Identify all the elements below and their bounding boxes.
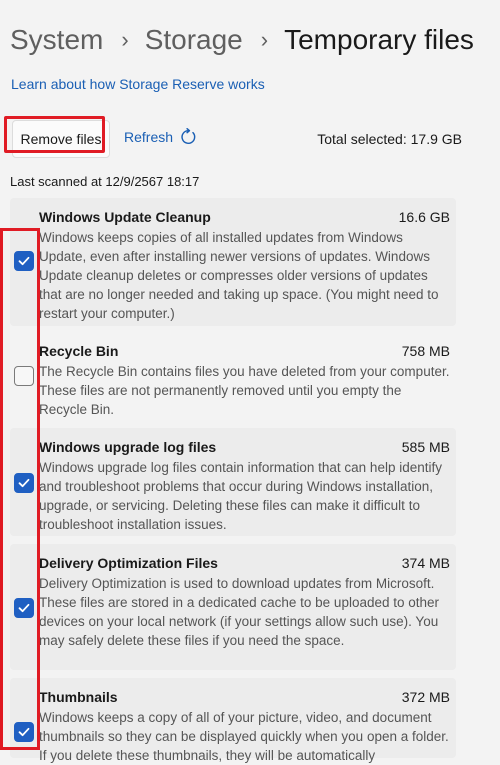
chevron-right-icon: › bbox=[121, 27, 129, 52]
item-description: Windows upgrade log files contain inform… bbox=[39, 460, 442, 532]
checkbox[interactable] bbox=[14, 251, 34, 271]
item-title: Windows upgrade log files bbox=[39, 439, 217, 455]
item-title: Delivery Optimization Files bbox=[39, 555, 218, 571]
breadcrumb-system[interactable]: System bbox=[10, 20, 103, 60]
checkbox[interactable] bbox=[14, 722, 34, 742]
checkbox[interactable] bbox=[14, 473, 34, 493]
breadcrumb: System › Storage › Temporary files bbox=[10, 20, 474, 60]
item-size: 372 MB bbox=[401, 689, 450, 705]
list-item: Recycle Bin 758 MB The Recycle Bin conta… bbox=[10, 332, 456, 422]
list-item: Windows upgrade log files 585 MB Windows… bbox=[10, 428, 456, 536]
item-description: The Recycle Bin contains files you have … bbox=[39, 364, 450, 417]
item-size: 374 MB bbox=[401, 555, 450, 571]
item-description: Delivery Optimization is used to downloa… bbox=[39, 576, 440, 648]
checkmark-icon bbox=[18, 603, 30, 613]
checkbox[interactable] bbox=[14, 366, 34, 386]
list-item: Windows Update Cleanup 16.6 GB Windows k… bbox=[10, 198, 456, 326]
storage-reserve-link[interactable]: Learn about how Storage Reserve works bbox=[11, 76, 265, 92]
list-item: Delivery Optimization Files 374 MB Deliv… bbox=[10, 544, 456, 670]
total-selected: Total selected: 17.9 GB bbox=[317, 131, 462, 147]
refresh-icon bbox=[181, 128, 196, 144]
checkmark-icon bbox=[18, 727, 30, 737]
item-title: Recycle Bin bbox=[39, 343, 119, 359]
refresh-button[interactable]: Refresh bbox=[124, 128, 197, 146]
item-description: Windows keeps a copy of all of your pict… bbox=[39, 710, 449, 763]
item-title: Windows Update Cleanup bbox=[39, 209, 211, 225]
refresh-label: Refresh bbox=[124, 129, 174, 145]
item-size: 585 MB bbox=[401, 439, 450, 455]
breadcrumb-storage[interactable]: Storage bbox=[145, 20, 243, 60]
checkmark-icon bbox=[18, 478, 30, 488]
last-scanned-text: Last scanned at 12/9/2567 18:17 bbox=[10, 174, 200, 189]
item-description: Windows keeps copies of all installed up… bbox=[39, 230, 439, 321]
item-size: 758 MB bbox=[401, 343, 450, 359]
toolbar: Remove files Refresh Total selected: 17.… bbox=[12, 120, 462, 160]
checkbox[interactable] bbox=[14, 598, 34, 618]
list-item: Thumbnails 372 MB Windows keeps a copy o… bbox=[10, 678, 456, 763]
item-size: 16.6 GB bbox=[398, 209, 450, 225]
remove-files-button[interactable]: Remove files bbox=[12, 120, 110, 158]
page-title: Temporary files bbox=[284, 24, 474, 55]
item-title: Thumbnails bbox=[39, 689, 118, 705]
chevron-right-icon: › bbox=[260, 27, 269, 52]
checkmark-icon bbox=[18, 256, 30, 266]
